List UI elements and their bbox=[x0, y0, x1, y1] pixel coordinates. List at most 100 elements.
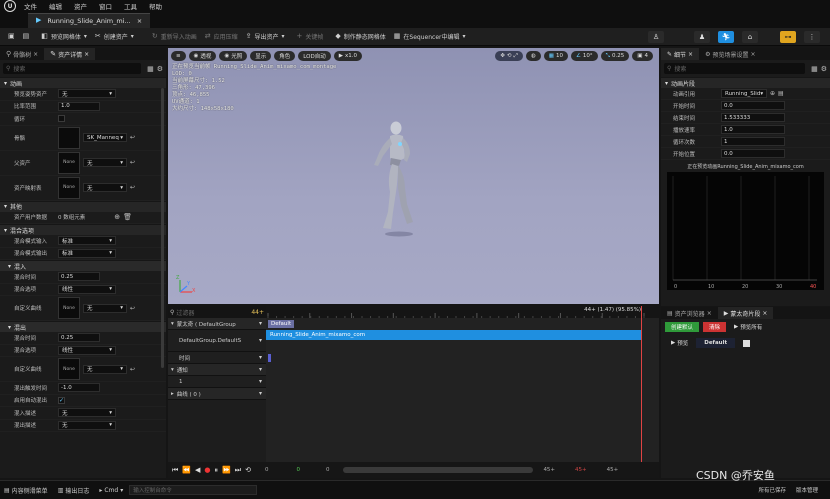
property-checkbox[interactable] bbox=[58, 115, 65, 123]
preview-mesh-button[interactable]: ◧ 预览网格体 ▾ bbox=[41, 32, 87, 42]
timeline-track[interactable]: ▸ 曲线 ( 0 ) ▾ bbox=[168, 388, 266, 400]
section-header[interactable]: ▾ 混合选项 bbox=[0, 224, 166, 235]
scrollbar[interactable] bbox=[161, 88, 164, 368]
skeleton-mode-icon[interactable]: ♙ bbox=[648, 31, 664, 43]
anim-reference-dropdown[interactable]: Running_Slid ▾ bbox=[721, 89, 767, 98]
close-tab-icon[interactable]: × bbox=[137, 17, 142, 25]
property-input[interactable]: 1.0 bbox=[721, 125, 785, 134]
timeline-track[interactable]: 1 ▾ bbox=[168, 376, 266, 388]
segment-graph[interactable]: 0 10 20 30 40 bbox=[667, 172, 824, 290]
menu-help[interactable]: 帮助 bbox=[149, 1, 162, 11]
asset-picker[interactable]: 无 ▾ bbox=[83, 183, 127, 192]
section-anim-segment[interactable]: ▾ 动画片段 bbox=[661, 77, 830, 88]
range-start[interactable]: 0 bbox=[265, 467, 269, 473]
menu-tools[interactable]: 工具 bbox=[124, 1, 137, 11]
transform-tools[interactable]: ✥ ⟲ ⤢ bbox=[495, 51, 523, 61]
asset-thumbnail[interactable]: None bbox=[58, 176, 80, 199]
preview-section-button[interactable]: ▶ 预览 bbox=[671, 339, 688, 347]
unreal-logo-icon[interactable]: U bbox=[4, 0, 16, 12]
property-dropdown[interactable]: 标准 ▾ bbox=[58, 248, 116, 258]
browse-icon[interactable]: ↩ bbox=[130, 134, 135, 141]
view-options-icon[interactable]: ▦ bbox=[811, 65, 818, 73]
jump-start-icon[interactable]: ⏮ bbox=[172, 466, 178, 475]
show-button[interactable]: 显示 bbox=[250, 51, 272, 61]
jump-end-icon[interactable]: ⏭ bbox=[235, 466, 241, 475]
track-options-icon[interactable]: ▾ bbox=[259, 337, 262, 344]
property-dropdown[interactable]: 线性 ▾ bbox=[58, 284, 116, 294]
asset-thumbnail[interactable] bbox=[58, 126, 80, 149]
browse-icon[interactable]: ↩ bbox=[130, 366, 135, 373]
mode-overflow-icon[interactable]: ⋮ bbox=[804, 31, 820, 43]
timeline-track[interactable]: ▾ 蒙太奇 ( DefaultGroup ▾ bbox=[168, 318, 266, 330]
property-input[interactable]: 1.0 bbox=[58, 101, 100, 111]
settings-gear-icon[interactable]: ⚙ bbox=[821, 65, 827, 73]
browse-icon[interactable]: ↩ bbox=[130, 159, 135, 166]
add-element-icon[interactable]: ⊕ bbox=[114, 213, 120, 221]
view-end[interactable]: 45+ bbox=[543, 467, 555, 473]
browse-button[interactable]: ▤ bbox=[23, 33, 30, 40]
view-options-icon[interactable]: ▦ bbox=[147, 65, 154, 73]
output-log-button[interactable]: ▥ 输出日志 bbox=[58, 486, 90, 495]
physics-mode-icon[interactable]: ⌂ bbox=[742, 31, 758, 43]
property-input[interactable]: 1.533333 bbox=[721, 113, 785, 122]
document-tab[interactable]: ▶ Running_Slide_Anim_mi... × bbox=[28, 12, 151, 28]
notify-marker[interactable] bbox=[268, 354, 271, 362]
delete-icon[interactable]: 🗑︎ bbox=[123, 213, 132, 221]
create-default-button[interactable]: 创建默认 bbox=[665, 322, 700, 332]
playback-speed-button[interactable]: ▶ x1.0 bbox=[333, 51, 362, 61]
export-asset-button[interactable]: ⇪ 导出资产 ▾ bbox=[246, 32, 285, 42]
tab-preview-scene[interactable]: ⚙ 预览场景设置 × bbox=[699, 48, 761, 60]
property-dropdown[interactable]: 无 ▾ bbox=[58, 420, 116, 430]
track-options-icon[interactable]: ▾ bbox=[259, 366, 262, 373]
property-dropdown[interactable]: 无 ▾ bbox=[58, 408, 116, 418]
cmd-dropdown[interactable]: ▸ Cmd ▾ bbox=[99, 487, 123, 494]
tab-asset-browser[interactable]: ▤ 资产浏览器 × bbox=[661, 307, 718, 319]
property-dropdown[interactable]: 无 ▾ bbox=[58, 89, 116, 99]
create-asset-button[interactable]: ✂ 创建资产 ▾ bbox=[95, 32, 134, 42]
menu-asset[interactable]: 资产 bbox=[74, 1, 87, 11]
perspective-button[interactable]: ◉ 透视 bbox=[188, 51, 217, 61]
asset-picker[interactable]: SK_Manneq ▾ bbox=[83, 133, 127, 142]
edit-in-sequencer-button[interactable]: ▦ 在Sequencer中编辑 ▾ bbox=[394, 32, 466, 42]
section-header[interactable]: ▾ 混出 bbox=[0, 321, 166, 332]
filter-input[interactable]: 过滤器 bbox=[176, 308, 249, 317]
settings-gear-icon[interactable]: ⚙ bbox=[157, 65, 163, 73]
asset-picker[interactable]: 无 ▾ bbox=[83, 303, 127, 313]
lod-button[interactable]: LOD自动 bbox=[298, 51, 331, 61]
expand-arrow-icon[interactable]: ▾ bbox=[171, 321, 174, 327]
track-options-icon[interactable]: ▾ bbox=[259, 378, 262, 385]
mannequin-character[interactable] bbox=[363, 118, 433, 238]
property-input[interactable]: -1.0 bbox=[58, 383, 100, 393]
menu-window[interactable]: 窗口 bbox=[99, 1, 112, 11]
next-frame-icon[interactable]: ⏩ bbox=[222, 466, 231, 474]
track-options-icon[interactable]: ▾ bbox=[259, 320, 262, 327]
expand-arrow-icon[interactable]: ▸ bbox=[171, 391, 174, 397]
section-header[interactable]: ▾ 动画 bbox=[0, 77, 166, 88]
menu-edit[interactable]: 编辑 bbox=[49, 1, 62, 11]
loop-icon[interactable]: ⟲ bbox=[245, 466, 251, 474]
section-loop-checkbox[interactable] bbox=[743, 339, 751, 347]
apply-compression-button[interactable]: ⇄ 应用压缩 bbox=[205, 32, 238, 42]
rotation-snap-button[interactable]: ∠ 10° bbox=[570, 51, 598, 61]
record-icon[interactable]: ● bbox=[204, 466, 210, 474]
slot-default-label[interactable]: Default bbox=[268, 320, 295, 328]
browse-icon[interactable]: ↩ bbox=[130, 305, 135, 312]
details-search-input[interactable]: ⚲ 搜索 bbox=[664, 63, 806, 74]
range-start-green[interactable]: 0 bbox=[296, 467, 300, 473]
playhead[interactable] bbox=[641, 306, 642, 462]
pause-icon[interactable]: ⏸ bbox=[215, 466, 219, 475]
lighting-button[interactable]: ◉ 光照 bbox=[219, 51, 248, 61]
expand-arrow-icon[interactable]: ▾ bbox=[171, 367, 174, 373]
mesh-mode-icon[interactable]: ♟ bbox=[694, 31, 710, 43]
timeline-scrollbar[interactable] bbox=[343, 467, 534, 473]
property-dropdown[interactable]: 线性 ▾ bbox=[58, 345, 116, 355]
console-command-input[interactable]: 输入控制台命令 bbox=[129, 485, 258, 495]
asset-picker[interactable]: 无 ▾ bbox=[83, 158, 127, 167]
all-saved-status[interactable]: 所有已保存 bbox=[758, 486, 786, 494]
property-input[interactable]: 0.25 bbox=[58, 333, 100, 343]
clear-button[interactable]: 清除 bbox=[703, 322, 727, 332]
tab-details[interactable]: ✎ 细节 × bbox=[661, 48, 700, 60]
prev-frame-icon[interactable]: ⏪ bbox=[182, 466, 191, 474]
play-reverse-icon[interactable]: ◀ bbox=[195, 466, 200, 474]
track-area[interactable]: Default Running_Slide_Anim_mixamo_com bbox=[266, 306, 659, 462]
